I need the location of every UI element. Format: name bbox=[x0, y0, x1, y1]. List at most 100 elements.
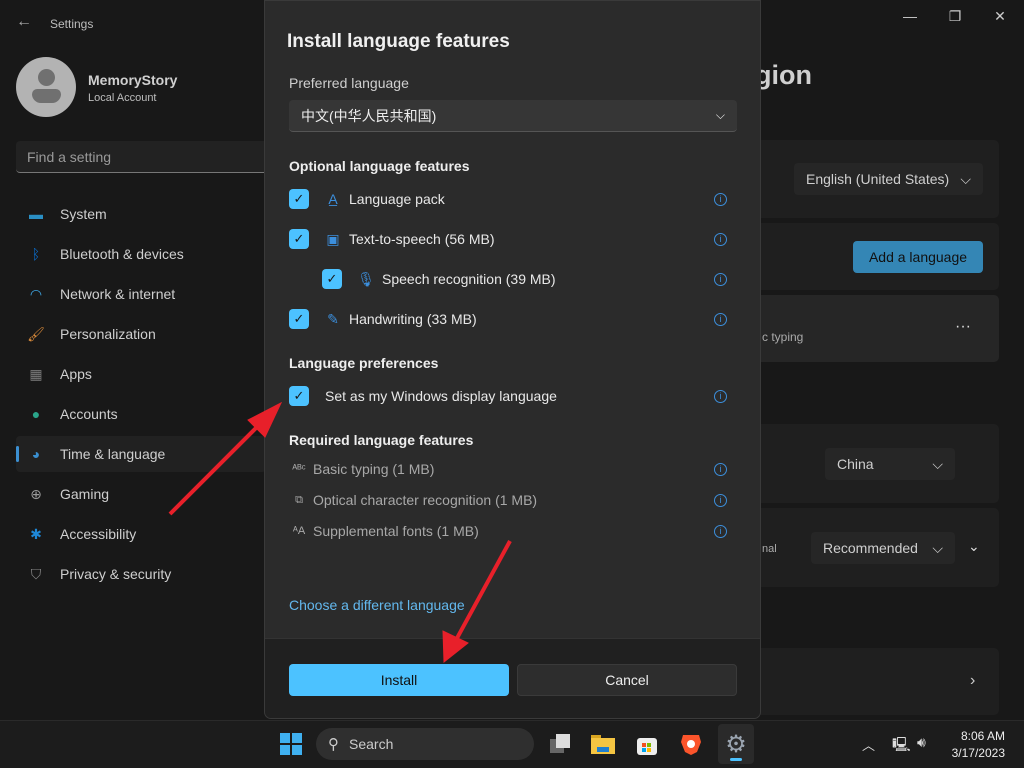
network-icon[interactable]: 🖳 bbox=[892, 734, 911, 758]
handwriting-icon: ✎ bbox=[327, 310, 339, 327]
wifi-icon: ◠ bbox=[29, 285, 43, 302]
sidebar-item-network-internet[interactable]: ◠ Network & internet bbox=[16, 276, 266, 312]
info-icon[interactable]: i bbox=[714, 462, 727, 476]
date: 3/17/2023 bbox=[951, 746, 1005, 760]
chevron-down-icon: ⌵ bbox=[715, 108, 725, 122]
search-label: Search bbox=[349, 736, 394, 752]
sidebar-item-label: Apps bbox=[60, 366, 92, 382]
search-icon: ⚲ bbox=[328, 736, 339, 753]
info-icon[interactable]: i bbox=[714, 312, 727, 326]
info-icon[interactable]: i bbox=[714, 192, 727, 206]
accounts-icon: ● bbox=[31, 406, 41, 422]
required-feature-row: ⧉ Optical character recognition (1 MB) i bbox=[289, 488, 737, 512]
minimize-icon[interactable]: — bbox=[900, 8, 920, 24]
task-view-icon[interactable] bbox=[546, 730, 574, 758]
globe-clock-icon: ◕ bbox=[31, 446, 41, 462]
fonts-icon: ᴬA bbox=[292, 525, 306, 537]
install-button[interactable]: Install bbox=[289, 664, 509, 696]
sidebar-item-label: Gaming bbox=[60, 486, 110, 502]
install-language-dialog: Install language features Preferred lang… bbox=[264, 0, 761, 719]
feature-checkbox[interactable]: ✓ bbox=[289, 309, 309, 329]
sidebar-item-label: Network & internet bbox=[60, 286, 176, 302]
country-dropdown[interactable]: China ⌵ bbox=[825, 448, 955, 480]
microsoft-store-icon[interactable] bbox=[633, 730, 661, 758]
sidebar-item-accessibility[interactable]: ✱ Accessibility bbox=[16, 516, 266, 552]
start-button[interactable] bbox=[277, 730, 305, 758]
taskbar-search[interactable]: ⚲ Search bbox=[316, 728, 534, 760]
brush-icon: 🖌︎ bbox=[27, 325, 45, 342]
file-explorer-icon[interactable] bbox=[589, 730, 617, 758]
sidebar-item-label: Privacy & security bbox=[60, 566, 172, 582]
sidebar-item-time-language[interactable]: ◕ Time & language bbox=[16, 436, 266, 472]
sidebar-item-label: Bluetooth & devices bbox=[60, 246, 184, 262]
display-language-checkbox[interactable]: ✓ bbox=[289, 386, 309, 406]
sidebar-item-apps[interactable]: ▦ Apps bbox=[16, 356, 266, 392]
gear-icon: ⚙ bbox=[725, 730, 747, 758]
restore-icon[interactable]: ❐ bbox=[945, 8, 965, 25]
microphone-icon: 🎙︎ bbox=[357, 270, 375, 287]
feature-label: Basic typing (1 MB) bbox=[313, 461, 435, 477]
sidebar-item-label: Time & language bbox=[60, 446, 166, 462]
brave-browser-icon[interactable] bbox=[677, 730, 705, 758]
feature-label: Language pack bbox=[349, 191, 445, 207]
text-to-speech-icon: ▣ bbox=[326, 230, 340, 247]
optional-feature-row: ✓ 🎙︎ Speech recognition (39 MB) i bbox=[322, 267, 737, 291]
optional-features-heading: Optional language features bbox=[289, 158, 470, 174]
feature-label: Optical character recognition (1 MB) bbox=[313, 492, 538, 508]
dialog-footer: Install Cancel bbox=[265, 638, 760, 718]
add-language-button[interactable]: Add a language bbox=[853, 241, 983, 273]
optional-feature-row: ✓ ✎ Handwriting (33 MB) i bbox=[289, 307, 737, 331]
bluetooth-icon: ᛒ bbox=[31, 246, 41, 262]
sidebar-item-label: Personalization bbox=[60, 326, 156, 342]
optional-feature-row: ✓ A̲ Language pack i bbox=[289, 187, 737, 211]
back-button[interactable]: ← bbox=[16, 13, 32, 31]
sidebar-item-system[interactable]: ▬ System bbox=[16, 196, 266, 232]
info-icon[interactable]: i bbox=[714, 272, 727, 286]
sidebar-item-personalization[interactable]: 🖌︎ Personalization bbox=[16, 316, 266, 352]
required-feature-row: ᴬA Supplemental fonts (1 MB) i bbox=[289, 519, 737, 543]
chevron-right-icon: › bbox=[970, 672, 976, 689]
feature-label: Handwriting (33 MB) bbox=[349, 311, 477, 327]
show-hidden-icons-button[interactable]: ︿ bbox=[862, 735, 875, 754]
clock[interactable]: 8:06 AM 3/17/2023 bbox=[940, 728, 1005, 762]
settings-taskbar-icon[interactable]: ⚙ bbox=[718, 724, 754, 764]
feature-checkbox[interactable]: ✓ bbox=[289, 189, 309, 209]
language-pack-icon: A̲ bbox=[328, 191, 338, 207]
sidebar-item-privacy-security[interactable]: ⛉ Privacy & security bbox=[16, 556, 266, 592]
feature-checkbox[interactable]: ✓ bbox=[322, 269, 342, 289]
ocr-icon: ⧉ bbox=[295, 493, 303, 506]
info-icon[interactable]: i bbox=[714, 389, 727, 403]
language-preferences-heading: Language preferences bbox=[289, 355, 439, 371]
volume-icon[interactable]: 🔊︎ bbox=[917, 734, 926, 751]
sidebar-item-bluetooth-devices[interactable]: ᛒ Bluetooth & devices bbox=[16, 236, 266, 272]
feature-checkbox[interactable]: ✓ bbox=[289, 229, 309, 249]
avatar[interactable] bbox=[16, 57, 76, 117]
feature-label: Supplemental fonts (1 MB) bbox=[313, 523, 479, 539]
regional-format-label: nal bbox=[762, 543, 777, 555]
info-icon[interactable]: i bbox=[714, 493, 727, 507]
choose-different-language-link[interactable]: Choose a different language bbox=[289, 597, 465, 613]
sidebar-item-accounts[interactable]: ● Accounts bbox=[16, 396, 266, 432]
info-icon[interactable]: i bbox=[714, 232, 727, 246]
sidebar-item-label: System bbox=[60, 206, 107, 222]
dialog-title: Install language features bbox=[287, 31, 510, 52]
close-icon[interactable]: ✕ bbox=[990, 8, 1010, 25]
more-options-button[interactable]: ··· bbox=[955, 318, 971, 336]
info-icon[interactable]: i bbox=[714, 524, 727, 538]
dropdown-value: English (United States) bbox=[806, 171, 950, 187]
cancel-button[interactable]: Cancel bbox=[517, 664, 737, 696]
regional-format-dropdown[interactable]: Recommended ⌵ bbox=[811, 532, 955, 564]
dropdown-value: China bbox=[837, 456, 874, 472]
account-type: Local Account bbox=[88, 92, 157, 104]
sidebar-item-gaming[interactable]: ⊕ Gaming bbox=[16, 476, 266, 512]
system-icon: ▬ bbox=[29, 206, 43, 222]
expand-chevron-icon[interactable]: ⌄ bbox=[968, 538, 980, 555]
sidebar-item-label: Accessibility bbox=[60, 526, 137, 542]
feature-label: Text-to-speech (56 MB) bbox=[349, 231, 495, 247]
search-input[interactable]: Find a setting bbox=[16, 141, 276, 173]
apps-icon: ▦ bbox=[29, 365, 43, 382]
display-language-dropdown[interactable]: English (United States) ⌵ bbox=[794, 163, 983, 195]
preferred-language-dropdown[interactable]: 中文(中华人民共和国) ⌵ bbox=[289, 100, 737, 132]
chevron-down-icon: ⌵ bbox=[960, 170, 971, 187]
required-features-heading: Required language features bbox=[289, 432, 474, 448]
